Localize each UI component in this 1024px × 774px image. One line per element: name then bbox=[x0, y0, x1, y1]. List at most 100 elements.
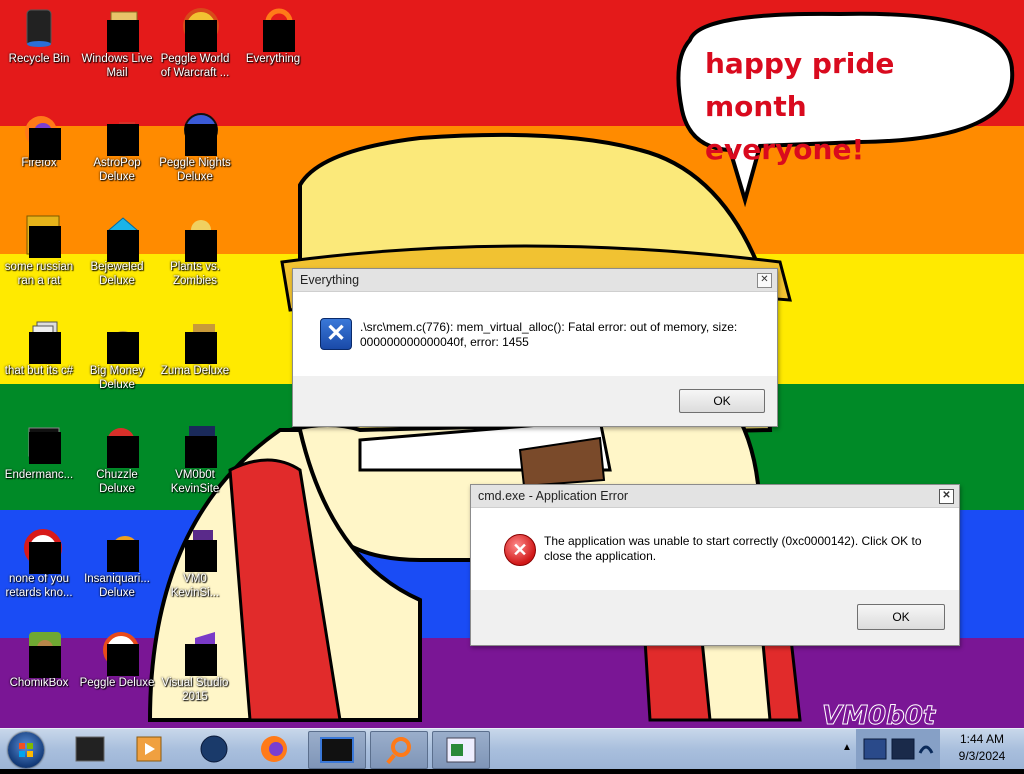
desktop-icon-everything[interactable]: Everything bbox=[234, 4, 312, 66]
show-hidden-icons-icon[interactable]: ▲ bbox=[842, 741, 852, 755]
media-player-icon bbox=[136, 736, 162, 762]
dialog-content: ✕ .\src\mem.c(776): mem_virtual_alloc():… bbox=[293, 292, 777, 376]
peggle-wow-icon bbox=[171, 4, 219, 52]
desktop-icon-windows-live-mail[interactable]: Windows Live Mail bbox=[78, 4, 156, 80]
explorer-icon bbox=[75, 736, 105, 762]
monitor-icon bbox=[891, 738, 915, 760]
peggle-nights-icon bbox=[171, 108, 219, 156]
recycle-bin-icon bbox=[15, 4, 63, 52]
icon-label: Peggle World of Warcraft ... bbox=[160, 53, 230, 79]
vm-window-icon bbox=[320, 737, 354, 763]
taskbar-globe[interactable] bbox=[186, 731, 242, 767]
firefox-icon bbox=[261, 736, 287, 762]
everything-icon bbox=[249, 4, 297, 52]
taskbar-explorer[interactable] bbox=[62, 731, 118, 767]
dialog-footer: OK bbox=[293, 376, 777, 424]
visual-studio-icon bbox=[171, 628, 219, 676]
icon-label: Plants vs. Zombies bbox=[170, 261, 220, 287]
ok-button[interactable]: OK bbox=[679, 389, 765, 413]
taskbar-vm-window[interactable] bbox=[308, 731, 366, 769]
desktop-icon-recycle-bin[interactable]: Recycle Bin bbox=[0, 4, 78, 66]
icon-label: Big Money Deluxe bbox=[89, 365, 145, 391]
taskbar: ▲ 1:44 AM 9/3/2024 bbox=[0, 728, 1024, 769]
dialog-content: ✕ The application was unable to start co… bbox=[471, 508, 959, 590]
volume-icon bbox=[918, 745, 934, 754]
icon-label: Insaniquari... Deluxe bbox=[84, 573, 150, 599]
terminal-icon bbox=[15, 420, 63, 468]
taskbar-media-player[interactable] bbox=[120, 731, 176, 767]
vm0b0t-watermark: VM0b0t bbox=[822, 701, 937, 728]
desktop-icon-big-money-deluxe[interactable]: Big Money Deluxe bbox=[78, 316, 156, 392]
fish-icon bbox=[93, 524, 141, 572]
dialog-title: Everything bbox=[300, 273, 360, 287]
icon-label: Recycle Bin bbox=[8, 53, 70, 65]
windows-logo-icon bbox=[19, 743, 33, 757]
desktop-icon-chomikbox[interactable]: ChomikBox bbox=[0, 628, 78, 690]
icon-label: Bejeweled Deluxe bbox=[90, 261, 144, 287]
desktop-icon-peggle-deluxe[interactable]: Peggle Deluxe bbox=[78, 628, 156, 690]
error-x-icon: ✕ bbox=[320, 318, 352, 350]
desktop-icon-vm0-kevinsi[interactable]: VM0 KevinSi... bbox=[156, 524, 234, 600]
desktop-icon-astropop-deluxe[interactable]: AstroPop Deluxe bbox=[78, 108, 156, 184]
error-message: The application was unable to start corr… bbox=[544, 534, 922, 563]
desktop-icon-zuma-deluxe[interactable]: Zuma Deluxe bbox=[156, 316, 234, 378]
desktop-icon-peggle-world-of-warcraft[interactable]: Peggle World of Warcraft ... bbox=[156, 4, 234, 80]
error-circle-icon: ✕ bbox=[504, 534, 536, 566]
desktop-icon-chuzzle-deluxe[interactable]: Chuzzle Deluxe bbox=[78, 420, 156, 496]
icon-label: Peggle Nights Deluxe bbox=[159, 157, 231, 183]
desktop-icon-that-but-its-csharp[interactable]: that but its c# bbox=[0, 316, 78, 378]
icon-label: AstroPop Deluxe bbox=[93, 157, 141, 183]
icon-label: VM0 KevinSi... bbox=[170, 573, 220, 599]
dialog-titlebar[interactable]: Everything ✕ bbox=[293, 269, 777, 292]
document-icon bbox=[171, 524, 219, 572]
desktop-icon-insaniquarium-deluxe[interactable]: Insaniquari... Deluxe bbox=[78, 524, 156, 600]
icon-label: ChomikBox bbox=[9, 677, 69, 689]
firefox-icon bbox=[15, 108, 63, 160]
desktop-icon-plants-vs-zombies[interactable]: Plants vs. Zombies bbox=[156, 212, 234, 288]
desktop-icon-firefox[interactable]: Firefox bbox=[0, 108, 78, 170]
desktop-icon-some-russian-ran-a-rat[interactable]: e some russian ran a rat bbox=[0, 212, 78, 288]
file-icon: e bbox=[15, 212, 63, 260]
notepad-icon bbox=[446, 737, 476, 763]
desktop-icon-none-of-you[interactable]: none of you retards kno... bbox=[0, 524, 78, 600]
clock-date: 9/3/2024 bbox=[958, 749, 1006, 763]
clock-time: 1:44 AM bbox=[959, 732, 1005, 746]
icon-label: Endermanc... bbox=[4, 469, 74, 481]
ok-button[interactable]: OK bbox=[857, 604, 945, 630]
close-icon[interactable]: ✕ bbox=[939, 489, 954, 504]
chuzzle-icon bbox=[93, 420, 141, 468]
close-icon[interactable]: ✕ bbox=[757, 273, 772, 288]
gem-icon bbox=[93, 212, 141, 262]
network-icon bbox=[863, 738, 887, 760]
vm-icon bbox=[171, 420, 219, 468]
money-bag-icon bbox=[93, 316, 141, 364]
red-circle-icon bbox=[15, 524, 63, 574]
desktop-icon-endermanc[interactable]: Endermanc... bbox=[0, 420, 78, 482]
dialog-titlebar[interactable]: cmd.exe - Application Error ✕ bbox=[471, 485, 959, 508]
dialog-footer: OK bbox=[471, 590, 959, 644]
zuma-icon bbox=[171, 316, 219, 364]
taskbar-firefox[interactable] bbox=[246, 731, 302, 767]
speech-bubble-text: happy pride month everyone! bbox=[705, 47, 895, 166]
icon-label: Peggle Deluxe bbox=[79, 677, 155, 689]
cmd-application-error-dialog: cmd.exe - Application Error ✕ ✕ The appl… bbox=[470, 484, 960, 646]
icon-label: Chuzzle Deluxe bbox=[96, 469, 138, 495]
desktop-icon-bejeweled-deluxe[interactable]: Bejeweled Deluxe bbox=[78, 212, 156, 288]
desktop-icon-peggle-nights-deluxe[interactable]: Peggle Nights Deluxe bbox=[156, 108, 234, 184]
taskbar-everything[interactable] bbox=[370, 731, 428, 769]
desktop-icon-visual-studio-2015[interactable]: Visual Studio 2015 bbox=[156, 628, 234, 704]
icon-label: some russian ran a rat bbox=[4, 261, 74, 287]
clock[interactable]: 1:44 AM 9/3/2024 bbox=[940, 731, 1024, 765]
icon-label: Everything bbox=[245, 53, 301, 65]
everything-error-dialog: Everything ✕ ✕ .\src\mem.c(776): mem_vir… bbox=[292, 268, 778, 427]
desktop-icon-vm0b0t-kevinsite[interactable]: VM0b0t KevinSite bbox=[156, 420, 234, 496]
mail-icon bbox=[93, 4, 141, 52]
icon-label: VM0b0t KevinSite bbox=[170, 469, 220, 495]
icon-label: Windows Live Mail bbox=[81, 53, 153, 79]
dialog-title: cmd.exe - Application Error bbox=[478, 489, 629, 503]
start-button[interactable] bbox=[8, 732, 44, 768]
taskbar-notepad[interactable] bbox=[432, 731, 490, 769]
system-tray bbox=[856, 729, 940, 769]
chomikbox-icon bbox=[15, 628, 63, 678]
everything-icon bbox=[386, 737, 411, 765]
